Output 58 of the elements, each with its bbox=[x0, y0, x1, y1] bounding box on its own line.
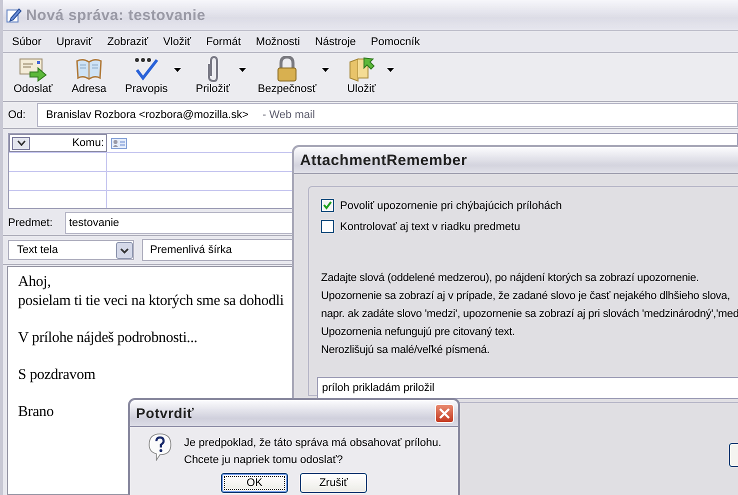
close-icon bbox=[439, 408, 450, 418]
sender-address: Branislav Rozbora <rozbora@mozilla.sk> bbox=[46, 109, 249, 121]
dropdown-caret-icon[interactable] bbox=[174, 68, 181, 72]
description-text: napr. ak zadáte slovo 'medzi', upozornenie sa zobrazí aj pri slovách 'medzinárodný','med bbox=[321, 307, 738, 322]
question-bubble-icon bbox=[148, 433, 172, 461]
description-text: Upozornenia nefungujú pre citovaný text. bbox=[321, 325, 515, 340]
paragraph-style-dropdown[interactable]: Text tela bbox=[8, 240, 134, 260]
menu-item[interactable]: Nástroje bbox=[314, 36, 356, 48]
description-text: Nerozlišujú sa malé/veľké písmená. bbox=[321, 343, 490, 358]
chevron-icon bbox=[16, 140, 26, 146]
menu-item[interactable]: Možnosti bbox=[256, 36, 300, 48]
menu-item[interactable]: Súbor bbox=[12, 36, 42, 48]
body-text-line: Ahoj, bbox=[18, 273, 51, 292]
dropdown-caret-icon[interactable] bbox=[387, 68, 394, 72]
dropdown-caret-icon[interactable] bbox=[238, 68, 246, 72]
menu-item[interactable]: Upraviť bbox=[56, 36, 92, 48]
menu-item[interactable]: Formát bbox=[206, 36, 241, 48]
recipient-type-dropdown[interactable] bbox=[12, 136, 30, 150]
toolbar-button[interactable]: Odoslať bbox=[9, 53, 57, 95]
menu-item[interactable]: Pomocník bbox=[370, 36, 420, 48]
menu-item[interactable]: Zobraziť bbox=[107, 36, 148, 48]
body-text-line: S pozdravom bbox=[18, 366, 96, 385]
dropdown-caret-icon[interactable] bbox=[322, 68, 330, 72]
pencil-paper-icon bbox=[6, 7, 22, 23]
contact-card-icon bbox=[111, 138, 127, 148]
paperclip-icon bbox=[208, 56, 218, 82]
window-title: Nová správa: testovanie bbox=[26, 6, 206, 24]
dialog-button[interactable]: OK bbox=[221, 473, 288, 493]
checkbox[interactable] bbox=[321, 220, 334, 233]
subject-label: Predmet: bbox=[7, 217, 54, 229]
keywords-field[interactable]: príloh prikladám priložil bbox=[317, 377, 738, 399]
body-text-line: V prílohe nájdeš podrobnosti... bbox=[18, 329, 198, 348]
checkbox-label: Kontrolovať aj text v riadku predmetu bbox=[340, 220, 520, 232]
from-label: Od: bbox=[7, 109, 27, 121]
checkbox-label: Povoliť upozornenie pri chýbajúcich prílohách bbox=[340, 200, 562, 212]
open-book-icon bbox=[74, 56, 104, 82]
toolbar-button[interactable]: Priložiť bbox=[188, 53, 237, 95]
envelope-arrow-icon bbox=[18, 56, 48, 82]
from-field[interactable]: Branislav Rozbora <rozbora@mozilla.sk> - Web mail bbox=[37, 103, 738, 127]
recipient-type-label: Komu: bbox=[72, 137, 104, 149]
body-text-line: posielam ti tie veci na ktorých sme sa dohodli bbox=[18, 292, 284, 311]
description-text: Zadajte slová (oddelené medzerou), po nájdení ktorých sa zobrazí upozornenie. bbox=[321, 271, 699, 286]
description-text: Upozornenie sa zobrazí aj v prípade, že zadané slovo je časť nejakého dlhšieho slova, bbox=[321, 289, 730, 304]
account-name: - Web mail bbox=[262, 109, 315, 121]
body-text-line: Brano bbox=[18, 403, 54, 422]
toolbar-button[interactable]: Bezpečnosť bbox=[254, 53, 320, 95]
checkbox[interactable] bbox=[321, 199, 334, 212]
toolbar-button[interactable]: Adresa bbox=[65, 53, 113, 95]
close-button[interactable] bbox=[435, 404, 454, 422]
checkmark-icon bbox=[323, 201, 332, 210]
dialog-title: AttachmentRemember bbox=[300, 152, 468, 168]
message-text: Chcete ju napriek tomu odoslať? bbox=[184, 453, 343, 468]
dialog-title: Potvrdiť bbox=[136, 405, 194, 421]
dialog-button[interactable]: Zrušiť bbox=[300, 473, 367, 493]
toolbar-button[interactable]: Pravopis bbox=[121, 53, 172, 95]
toolbar-button[interactable]: Uložiť bbox=[337, 53, 386, 95]
menu-item[interactable]: Vložiť bbox=[163, 36, 192, 48]
message-text: Je predpoklad, že táto správa má obsahovať prílohu. bbox=[184, 436, 442, 451]
